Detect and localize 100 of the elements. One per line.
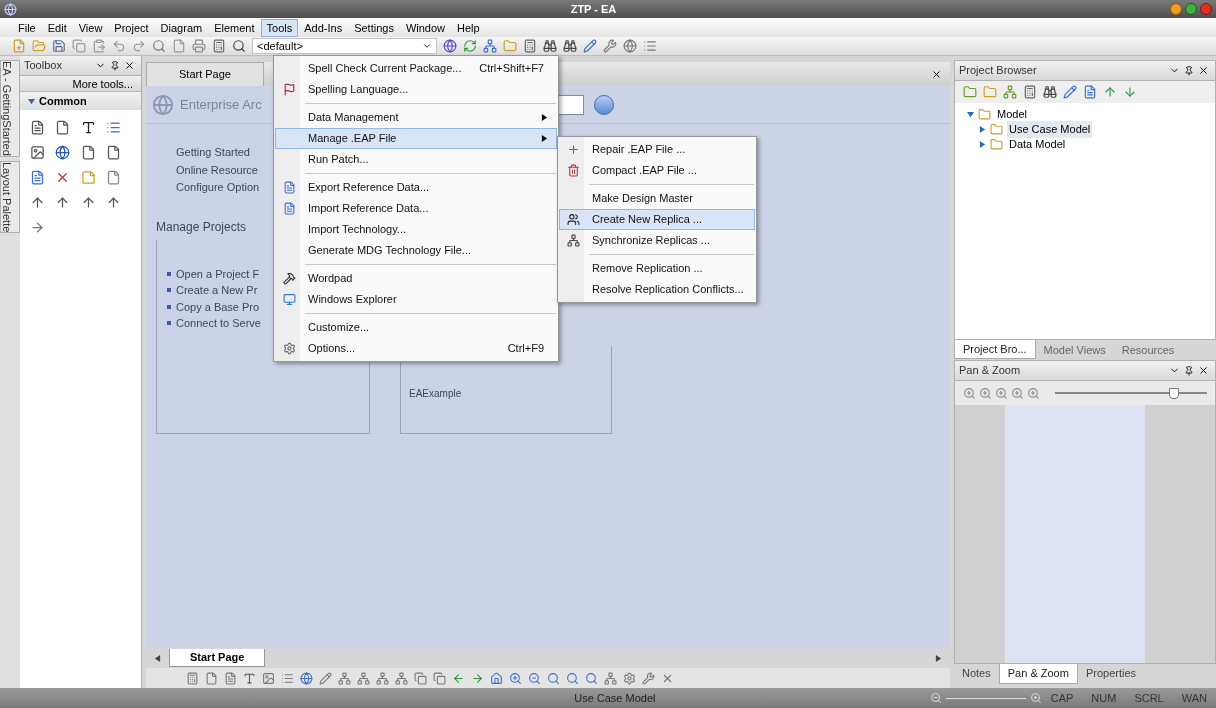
folder-icon[interactable] <box>983 85 997 99</box>
pencil-icon[interactable] <box>319 671 332 685</box>
globe-icon[interactable] <box>55 145 71 160</box>
hierarchy-icon[interactable] <box>483 39 497 53</box>
connector-icon[interactable] <box>30 195 45 210</box>
tree-item[interactable]: Model <box>995 106 1029 123</box>
hierarchy-icon[interactable] <box>1003 85 1017 99</box>
project-link[interactable]: Connect to Serve <box>176 315 261 332</box>
profile-dropdown[interactable]: <default> <box>252 38 437 54</box>
document-tab[interactable]: Start Page <box>146 62 264 86</box>
page-icon[interactable] <box>105 145 121 160</box>
more-tools-button[interactable]: More tools... <box>20 76 141 92</box>
pane-tab[interactable]: Project Bro... <box>954 340 1036 359</box>
menu-title[interactable]: Tools <box>260 18 299 37</box>
pane-tab[interactable]: Notes <box>954 664 999 684</box>
picture-icon[interactable] <box>30 145 45 160</box>
zoom-icon[interactable] <box>995 386 1008 400</box>
package-icon[interactable] <box>963 85 977 99</box>
magnifier-icon[interactable] <box>232 39 246 53</box>
plus-icon[interactable] <box>566 143 580 156</box>
letter-icon[interactable] <box>80 120 96 135</box>
document-icon[interactable] <box>30 120 45 135</box>
binoculars-icon[interactable] <box>563 39 577 53</box>
close-button[interactable] <box>1200 3 1212 15</box>
people-icon[interactable] <box>566 213 580 226</box>
menu-title[interactable]: Settings <box>348 18 400 37</box>
project-link[interactable]: Open a Project F <box>176 265 260 282</box>
menu-title[interactable]: Project <box>108 18 155 37</box>
menu-item[interactable]: Make Design Master <box>559 181 755 209</box>
document-icon[interactable] <box>1083 85 1097 99</box>
down-arrow-icon[interactable] <box>1123 85 1137 99</box>
tree-item[interactable]: Use Case Model <box>1007 121 1093 138</box>
list-icon[interactable] <box>643 39 657 53</box>
connector-icon[interactable] <box>80 195 96 210</box>
scroll-right-icon[interactable] <box>935 654 942 662</box>
slider-thumb[interactable] <box>1168 388 1179 399</box>
recent-project-link[interactable]: EAExample <box>409 387 462 399</box>
pin-icon[interactable] <box>110 60 120 71</box>
pin-icon[interactable] <box>1184 365 1194 376</box>
pane-tab[interactable]: Properties <box>1077 664 1145 684</box>
list-icon[interactable] <box>105 120 121 135</box>
pencil-icon[interactable] <box>1063 85 1077 99</box>
undo-icon[interactable] <box>112 39 126 53</box>
connector-icon[interactable] <box>105 195 121 210</box>
magnifier-icon[interactable] <box>547 671 560 685</box>
wrench-icon[interactable] <box>603 39 617 53</box>
start-link[interactable]: Online Resource <box>176 161 258 178</box>
close-icon[interactable] <box>1198 365 1209 376</box>
menu-item[interactable]: Import Technology... <box>275 219 557 240</box>
folder-icon[interactable] <box>503 39 517 53</box>
magnifier-icon[interactable] <box>566 671 579 685</box>
menu-item[interactable]: Generate MDG Technology File... <box>275 240 557 261</box>
menu-item[interactable]: Resolve Replication Conflicts... <box>559 279 755 300</box>
pane-tab[interactable]: Resources <box>1113 340 1183 359</box>
gear-icon[interactable] <box>623 671 636 685</box>
menu-title[interactable]: View <box>72 18 109 37</box>
zoom-icon[interactable] <box>1011 386 1024 400</box>
menu-title[interactable]: Add-Ins <box>298 18 349 37</box>
printer-icon[interactable] <box>192 39 206 53</box>
maximize-button[interactable] <box>1185 3 1197 15</box>
tree-item[interactable]: Data Model <box>1007 136 1068 153</box>
globe-icon[interactable] <box>623 39 637 53</box>
project-link[interactable]: Copy a Base Pro <box>176 298 260 315</box>
menu-title[interactable]: Element <box>208 18 261 37</box>
home-icon[interactable] <box>490 671 503 685</box>
menu-title[interactable]: File <box>12 18 42 37</box>
globe-icon[interactable] <box>300 671 313 685</box>
connector-icon[interactable] <box>55 195 71 210</box>
collapsed-arrow-icon[interactable] <box>979 126 986 133</box>
menu-item[interactable]: Manage .EAP File <box>275 128 557 149</box>
scroll-left-icon[interactable] <box>154 654 161 662</box>
menu-title[interactable]: Help <box>451 18 486 37</box>
magnifier-icon[interactable] <box>152 39 166 53</box>
binoculars-icon[interactable] <box>1043 85 1057 99</box>
page-icon[interactable] <box>55 120 71 135</box>
minimize-button[interactable] <box>1170 3 1182 15</box>
save-icon[interactable] <box>52 39 66 53</box>
menu-item[interactable]: Synchronize Replicas ... <box>559 230 755 251</box>
pane-tab[interactable]: Pan & Zoom <box>998 664 1078 684</box>
section-header[interactable]: Common <box>20 92 141 110</box>
copy-icon[interactable] <box>433 671 446 685</box>
copy-icon[interactable] <box>414 671 427 685</box>
start-link[interactable]: Configure Option <box>176 179 260 196</box>
expand-arrow-icon[interactable] <box>28 97 35 105</box>
menu-item[interactable]: Data Management <box>275 100 557 128</box>
magnifier-icon[interactable] <box>585 671 598 685</box>
document-icon[interactable] <box>224 671 237 685</box>
up-arrow-icon[interactable] <box>1103 85 1117 99</box>
menu-item[interactable]: Options... Ctrl+F9 <box>275 338 557 359</box>
checkbox-icon[interactable] <box>30 170 45 185</box>
side-tab[interactable]: EA - GettingStarted <box>0 60 20 157</box>
copy-icon[interactable] <box>72 39 86 53</box>
close-icon[interactable] <box>1198 65 1209 76</box>
globe-icon[interactable] <box>443 39 457 53</box>
menu-item[interactable]: Customize... <box>275 310 557 338</box>
redo-icon[interactable] <box>132 39 146 53</box>
menu-title[interactable]: Window <box>399 18 452 37</box>
calculator-icon[interactable] <box>212 39 226 53</box>
pane-tab[interactable]: Model Views <box>1035 340 1114 359</box>
zoom-icon[interactable] <box>963 386 976 400</box>
